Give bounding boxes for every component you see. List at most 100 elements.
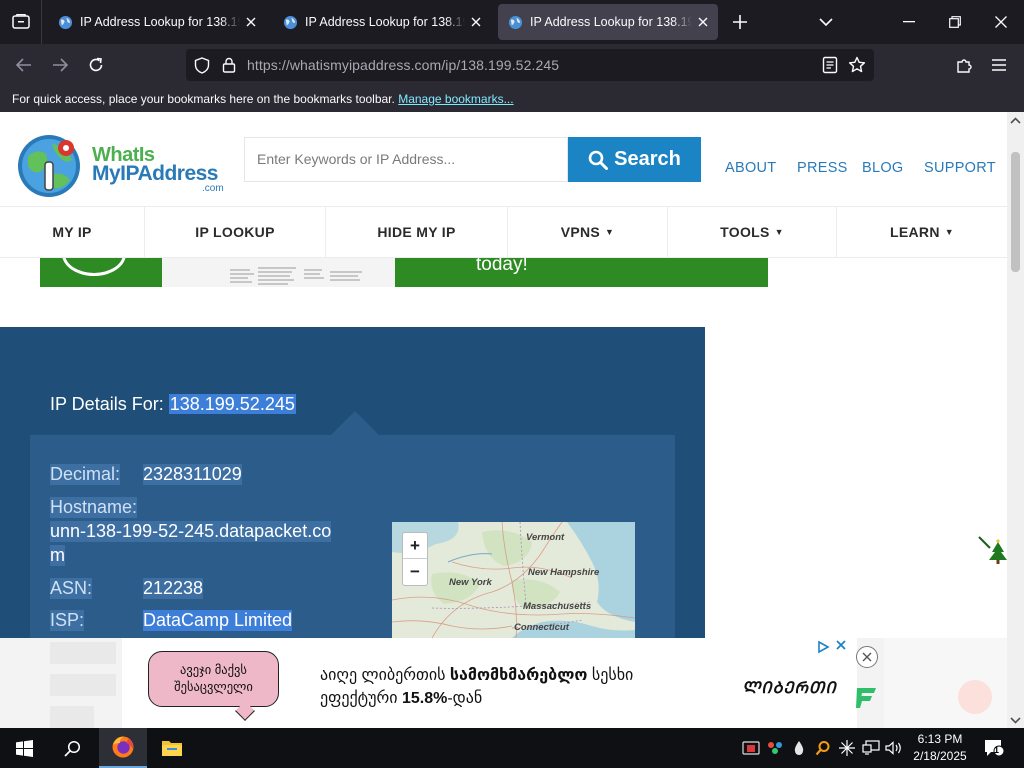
tray-app-icon-3[interactable] — [789, 738, 809, 758]
page-scrollbar[interactable] — [1007, 112, 1024, 728]
ad-brand-logo[interactable]: ᲚᲘᲑᲔᲠᲗᲘ — [742, 676, 837, 698]
address-bar[interactable]: https://whatismyipaddress.com/ip/138.199… — [186, 49, 874, 81]
nav-label: MY IP — [52, 224, 92, 240]
map-zoom-in-button[interactable]: + — [403, 533, 427, 559]
promo-banner[interactable]: today! — [40, 258, 768, 287]
taskbar-search-button[interactable] — [48, 728, 96, 768]
search-icon — [588, 150, 609, 170]
minimize-button[interactable] — [886, 0, 932, 44]
asn-value[interactable]: 212238 — [143, 578, 204, 599]
reader-view-icon[interactable] — [822, 56, 838, 74]
hostname-value-line1[interactable]: unn-138-199-52-245.datapacket.co — [50, 521, 332, 542]
browser-tab-2[interactable]: IP Address Lookup for 138.199.52.245 — [273, 4, 491, 40]
adchoices-icon[interactable] — [816, 640, 830, 654]
nav-my-ip[interactable]: MY IP — [0, 207, 145, 257]
ad-line1-text: აიღე ლიბერთის — [320, 667, 450, 684]
press-link[interactable]: PRESS — [797, 160, 848, 176]
scroll-down-arrow-icon[interactable] — [1010, 717, 1021, 724]
hamburger-menu-icon — [992, 59, 1006, 71]
forward-button[interactable] — [45, 50, 75, 80]
logo-line2: MyIPAddress — [92, 162, 219, 185]
map-label-new-york: New York — [449, 577, 492, 588]
hostname-value-line2[interactable]: m — [50, 545, 65, 566]
network-tray-button[interactable] — [861, 738, 881, 758]
close-tab-icon[interactable] — [469, 15, 483, 29]
support-link[interactable]: SUPPORT — [924, 160, 996, 176]
ip-address-value[interactable]: 138.199.52.245 — [168, 394, 296, 414]
tray-app-icon-1[interactable] — [741, 738, 761, 758]
volume-tray-button[interactable] — [884, 738, 904, 758]
scroll-up-arrow-icon[interactable] — [1010, 117, 1021, 124]
isp-value[interactable]: DataCamp Limited — [143, 610, 293, 631]
url-path: /ip/138.199.52.245 — [441, 57, 560, 73]
ad-ghost-row — [50, 674, 116, 696]
nav-tools[interactable]: TOOLS ▼ — [668, 207, 837, 257]
people-tray-icon — [768, 742, 782, 754]
file-explorer-taskbar-button[interactable] — [148, 728, 196, 768]
ad-headline-line1: აიღე ლიბერთის სამომხმარებლო სესხი — [320, 665, 633, 685]
close-tab-icon[interactable] — [696, 15, 710, 29]
ad-side-panel — [884, 638, 1007, 728]
tray-app-icon-2[interactable] — [765, 738, 785, 758]
nav-vpns[interactable]: VPNS ▼ — [508, 207, 668, 257]
nav-learn[interactable]: LEARN ▼ — [837, 207, 1007, 257]
ip-heading-prefix: IP Details For: — [50, 394, 164, 414]
restore-button[interactable] — [932, 0, 978, 44]
nav-hide-my-ip[interactable]: HIDE MY IP — [326, 207, 508, 257]
droplet-tray-icon — [794, 741, 804, 755]
site-header: WhatIs MyIPAddress .com Enter Keywords o… — [0, 112, 1007, 206]
firefox-taskbar-button[interactable] — [99, 728, 147, 768]
reload-icon — [89, 57, 103, 72]
bookmark-star-icon[interactable] — [848, 56, 866, 74]
map-zoom-out-button[interactable]: − — [403, 559, 427, 585]
ad-ghost-row — [50, 706, 94, 728]
decimal-value[interactable]: 2328311029 — [143, 464, 242, 485]
extensions-button[interactable] — [949, 50, 979, 80]
reload-button[interactable] — [81, 50, 111, 80]
url-text[interactable]: https://whatismyipaddress.com/ip/138.199… — [247, 57, 559, 73]
search-input[interactable]: Enter Keywords or IP Address... — [244, 137, 568, 182]
tab-list-button[interactable] — [0, 0, 42, 44]
system-clock[interactable]: 6:13 PM 2/18/2025 — [904, 731, 976, 765]
shield-icon[interactable] — [194, 57, 210, 74]
globe-logo-icon — [18, 135, 80, 197]
lock-icon[interactable] — [222, 57, 236, 73]
banner-badge-icon — [62, 258, 126, 276]
ad-close-button[interactable] — [856, 646, 878, 668]
new-tab-button[interactable] — [726, 8, 754, 36]
close-tab-icon[interactable] — [244, 15, 258, 29]
ad-close-small-icon[interactable] — [835, 639, 847, 651]
scrollbar-thumb[interactable] — [1011, 152, 1020, 272]
site-logo[interactable]: WhatIs MyIPAddress .com — [16, 130, 226, 202]
caret-down-icon: ▼ — [944, 227, 954, 237]
about-link[interactable]: ABOUT — [725, 160, 776, 176]
tray-app-icon-5[interactable] — [837, 738, 857, 758]
windows-taskbar: 6:13 PM 2/18/2025 1 — [0, 728, 1024, 768]
tab-title: IP Address Lookup for 138.199.52.245 — [80, 15, 240, 29]
location-map[interactable]: + − Vermont New Hampshire New York Massa… — [392, 522, 635, 638]
manage-bookmarks-link[interactable]: Manage bookmarks... — [398, 92, 513, 106]
close-window-button[interactable] — [978, 0, 1024, 44]
notification-center-button[interactable]: 1 — [982, 738, 1006, 758]
app-menu-button[interactable] — [984, 50, 1014, 80]
start-button[interactable] — [0, 728, 48, 768]
browser-tab-3-active[interactable]: IP Address Lookup for 138.199.52.245 — [498, 4, 718, 40]
tray-app-icon-4[interactable] — [813, 738, 833, 758]
map-label-new-hampshire: New Hampshire — [528, 567, 600, 578]
nav-label: HIDE MY IP — [377, 224, 456, 240]
magnifier-tray-icon — [815, 741, 830, 756]
ad-network-logo-icon[interactable] — [853, 685, 879, 711]
browser-tab-1[interactable]: IP Address Lookup for 138.199.52.245 — [48, 4, 266, 40]
list-all-tabs-button[interactable] — [812, 8, 840, 36]
nav-ip-lookup[interactable]: IP LOOKUP — [145, 207, 326, 257]
puzzle-icon — [956, 58, 972, 73]
plus-icon — [733, 15, 747, 29]
chat-bubble-icon[interactable] — [958, 680, 992, 714]
search-button[interactable]: Search — [568, 137, 701, 182]
ad-line1-tail: სესხი — [587, 667, 634, 684]
back-button[interactable] — [9, 50, 39, 80]
url-host: https://whatismyipaddress.com — [247, 57, 442, 73]
ad-line2-bold: 15.8% — [401, 690, 448, 707]
map-zoom-control: + − — [402, 532, 428, 586]
blog-link[interactable]: BLOG — [862, 160, 904, 176]
